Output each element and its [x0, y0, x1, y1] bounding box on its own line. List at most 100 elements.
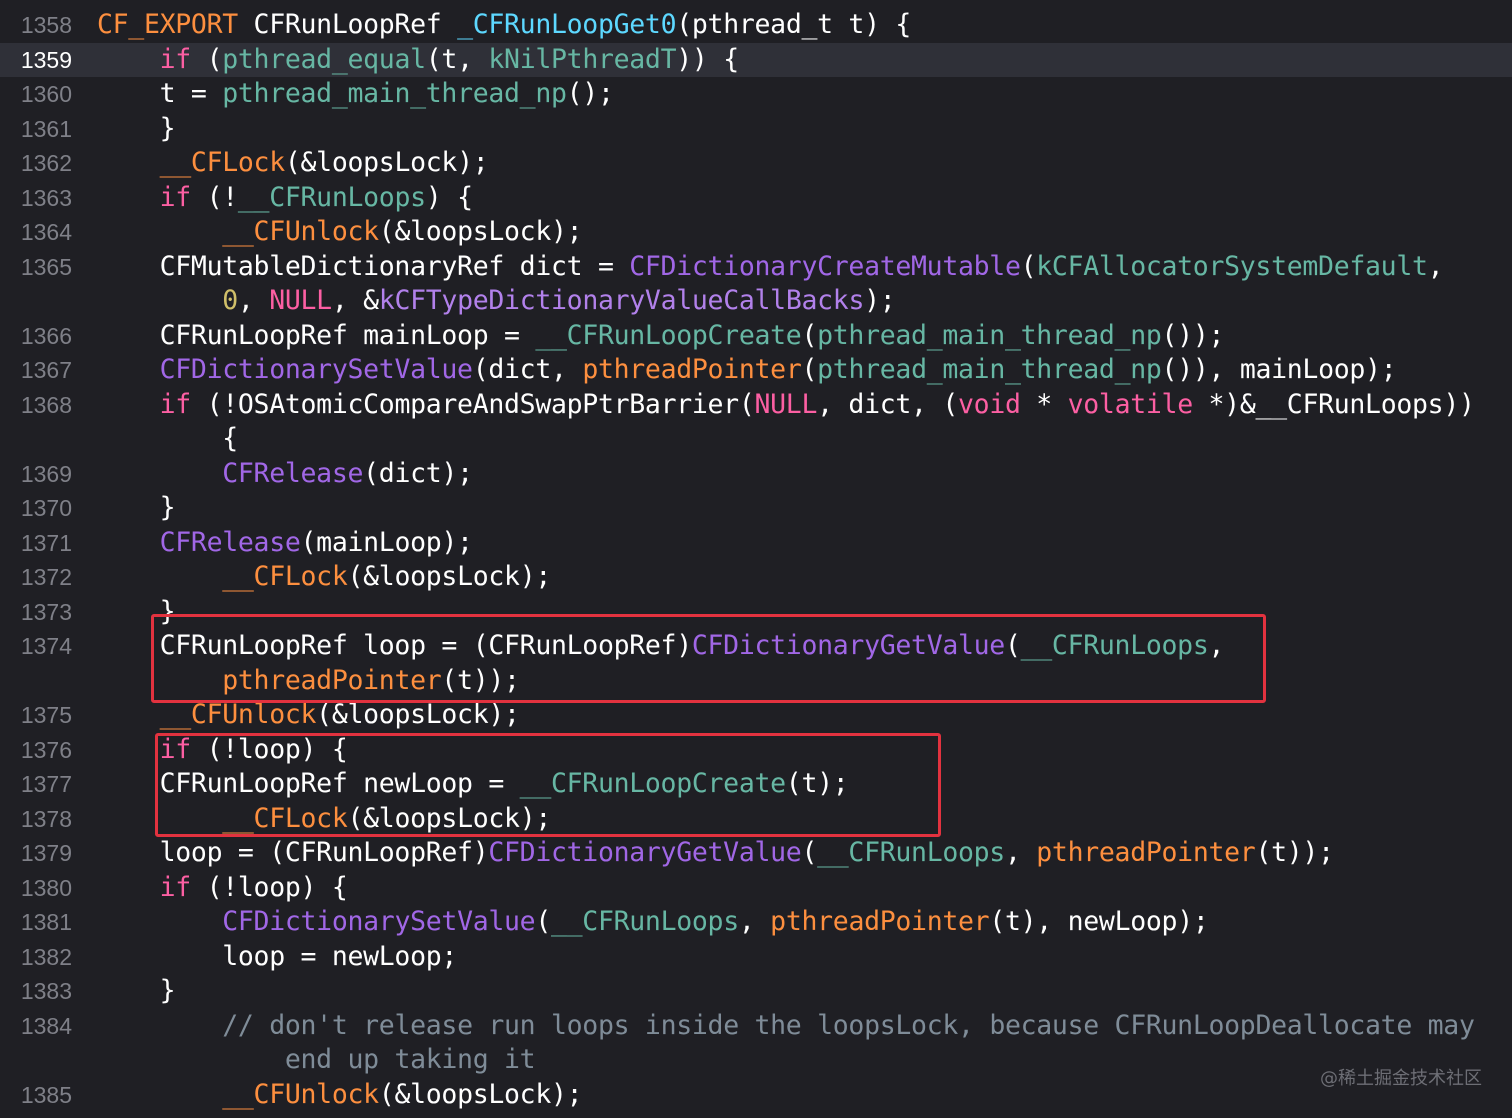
code-text: CFMutableDictionaryRef dict = CFDictiona…	[97, 250, 1444, 285]
code-token: if	[159, 871, 192, 903]
code-token: if	[159, 43, 192, 75]
code-text: __CFUnlock(&loopsLock);	[97, 1078, 582, 1113]
code-line[interactable]: 1381 CFDictionarySetValue(__CFRunLoops, …	[0, 905, 1512, 940]
code-line[interactable]: 1366 CFRunLoopRef mainLoop = __CFRunLoop…	[0, 319, 1512, 354]
code-line[interactable]: 1382 loop = newLoop;	[0, 940, 1512, 975]
code-token: ();	[566, 78, 614, 109]
code-token: CF_EXPORT	[97, 9, 238, 40]
line-number: 1360	[20, 81, 72, 107]
code-line[interactable]: end up taking it	[0, 1043, 1512, 1078]
code-token: pthread_main_thread_np	[222, 78, 567, 109]
code-token: (t,	[425, 43, 489, 75]
code-token: __CFUnlock	[222, 216, 379, 247]
code-token: kCFTypeDictionaryValueCallBacks	[378, 285, 865, 316]
line-number: 1384	[20, 1012, 72, 1039]
code-token: __CFRunLoops	[551, 906, 739, 937]
code-line[interactable]: 0, NULL, &kCFTypeDictionaryValueCallBack…	[0, 284, 1512, 319]
code-token: CFMutableDictionaryRef dict =	[97, 250, 630, 282]
code-text: __CFUnlock(&loopsLock);	[97, 215, 582, 250]
code-line[interactable]: 1383 }	[0, 974, 1512, 1009]
code-token: }	[97, 492, 176, 523]
code-line[interactable]: 1361 }	[0, 112, 1512, 147]
code-token: CFDictionaryGetValue	[488, 837, 802, 868]
line-number: 1364	[20, 219, 72, 245]
code-text: if (!loop) {	[97, 871, 348, 906]
code-line[interactable]: 1372 __CFLock(&loopsLock);	[0, 560, 1512, 595]
code-text: CFRelease(dict);	[97, 457, 473, 492]
code-line[interactable]: 1368 if (!OSAtomicCompareAndSwapPtrBarri…	[0, 388, 1512, 423]
code-token: // don't release run loops inside the lo…	[222, 1009, 1475, 1041]
code-token: __CFRunLoopCreate	[535, 319, 802, 351]
code-token: (&loopsLock);	[378, 216, 583, 247]
line-number: 1371	[20, 529, 72, 556]
code-token: }	[97, 975, 176, 1006]
code-line[interactable]: 1384 // don't release run loops inside t…	[0, 1009, 1512, 1044]
code-token: kCFAllocatorSystemDefault	[1036, 250, 1428, 282]
code-text: loop = (CFRunLoopRef)CFDictionaryGetValu…	[97, 836, 1334, 871]
code-line[interactable]: 1385 __CFUnlock(&loopsLock);	[0, 1078, 1512, 1113]
code-token: );	[864, 285, 896, 316]
code-token: (dict);	[363, 457, 473, 489]
code-line[interactable]: 1375 __CFUnlock(&loopsLock);	[0, 698, 1512, 733]
code-line[interactable]: 1365 CFMutableDictionaryRef dict = CFDic…	[0, 250, 1512, 285]
code-token: (t), newLoop);	[989, 906, 1209, 937]
line-number: 1362	[20, 150, 72, 176]
code-line[interactable]: {	[0, 422, 1512, 457]
line-number: 1382	[20, 943, 72, 970]
code-text: CFDictionarySetValue(dict, pthreadPointe…	[97, 353, 1397, 388]
code-line[interactable]: 1358 CF_EXPORT CFRunLoopRef _CFRunLoopGet…	[0, 8, 1512, 43]
code-text: loop = newLoop;	[97, 940, 457, 975]
code-token: __CFRunLoops	[237, 181, 426, 213]
line-number: 1367	[20, 357, 72, 383]
code-token: ,	[1004, 837, 1037, 868]
code-token: NULL	[269, 285, 332, 316]
code-token: loop = newLoop;	[97, 940, 458, 972]
code-line[interactable]: 1364 __CFUnlock(&loopsLock);	[0, 215, 1512, 250]
line-number: 1363	[20, 184, 72, 211]
line-number: 1361	[20, 115, 72, 142]
code-line[interactable]: 1369 CFRelease(dict);	[0, 457, 1512, 492]
code-line[interactable]: 1371 CFRelease(mainLoop);	[0, 526, 1512, 561]
code-line[interactable]: 1379 loop = (CFRunLoopRef)CFDictionaryGe…	[0, 836, 1512, 871]
code-text: CFRunLoopRef mainLoop = __CFRunLoopCreat…	[97, 319, 1225, 354]
code-text: CF_EXPORT CFRunLoopRef _CFRunLoopGet0(pt…	[97, 8, 911, 43]
code-line[interactable]: 1380 if (!loop) {	[0, 871, 1512, 906]
code-token: 0	[222, 285, 238, 316]
code-editor[interactable]: 1358 CF_EXPORT CFRunLoopRef _CFRunLoopGet…	[0, 0, 1512, 1118]
code-line[interactable]: 1359 if (pthread_equal(t, kNilPthreadT))…	[0, 42, 1512, 77]
code-token: __CFUnlock	[159, 699, 317, 730]
code-token: pthread_main_thread_np	[817, 319, 1162, 351]
code-line[interactable]: 1367 CFDictionarySetValue(dict, pthreadP…	[0, 353, 1512, 388]
code-token: pthreadPointer	[1036, 837, 1256, 868]
code-token: (&loopsLock);	[284, 147, 489, 178]
line-number: 1381	[20, 909, 72, 935]
line-number: 1375	[20, 702, 72, 728]
code-token: )) {	[676, 43, 739, 75]
code-line[interactable]: 1363 if (!__CFRunLoops) {	[0, 181, 1512, 216]
code-line[interactable]: 1360 t = pthread_main_thread_np();	[0, 77, 1512, 112]
code-line[interactable]: 1370 }	[0, 491, 1512, 526]
line-number: 1377	[20, 771, 72, 797]
code-token: CFRelease	[222, 457, 364, 489]
code-token: (&loopsLock);	[347, 561, 552, 592]
line-number: 1368	[20, 391, 72, 418]
code-text: 0, NULL, &kCFTypeDictionaryValueCallBack…	[97, 284, 895, 319]
line-number: 1374	[20, 633, 72, 659]
code-token: (!OSAtomicCompareAndSwapPtrBarrier(	[190, 388, 755, 420]
code-line[interactable]: 1362 __CFLock(&loopsLock);	[0, 146, 1512, 181]
code-token: pthreadPointer	[770, 906, 990, 937]
code-token: (mainLoop);	[300, 526, 474, 558]
code-text: __CFUnlock(&loopsLock);	[97, 698, 520, 733]
